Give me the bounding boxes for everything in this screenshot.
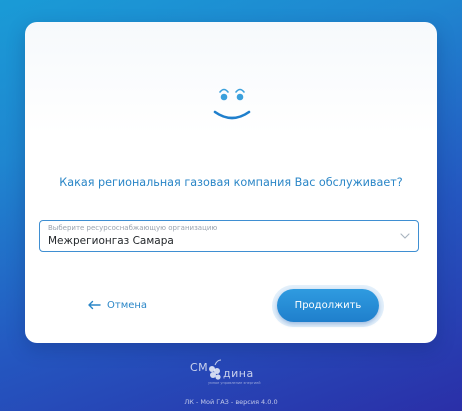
logo-text-right: дина bbox=[223, 367, 254, 380]
continue-button[interactable]: Продолжить bbox=[277, 289, 379, 322]
berry-icon bbox=[209, 359, 222, 380]
select-value: Межрегионгаз Самара bbox=[48, 235, 174, 247]
question-text: Какая региональная газовая компания Вас … bbox=[59, 176, 403, 189]
dialog-card: Какая региональная газовая компания Вас … bbox=[25, 22, 437, 343]
logo-text-left: СМ bbox=[190, 361, 209, 374]
cancel-button[interactable]: Отмена bbox=[87, 298, 147, 312]
arrow-left-icon bbox=[88, 300, 101, 310]
cancel-label: Отмена bbox=[107, 299, 148, 311]
smorodina-logo: СМ дина умное управление энергией bbox=[190, 357, 274, 387]
version-footer: ЛК - Мой ГАЗ - версия 4.0.0 bbox=[184, 398, 278, 406]
smiley-icon bbox=[213, 88, 251, 120]
chevron-down-icon bbox=[400, 233, 410, 239]
logo-tagline: умное управление энергией bbox=[208, 381, 261, 385]
organization-select[interactable]: Выберите ресурсоснабжающую организацию М… bbox=[39, 220, 419, 252]
select-label: Выберите ресурсоснабжающую организацию bbox=[48, 224, 218, 232]
